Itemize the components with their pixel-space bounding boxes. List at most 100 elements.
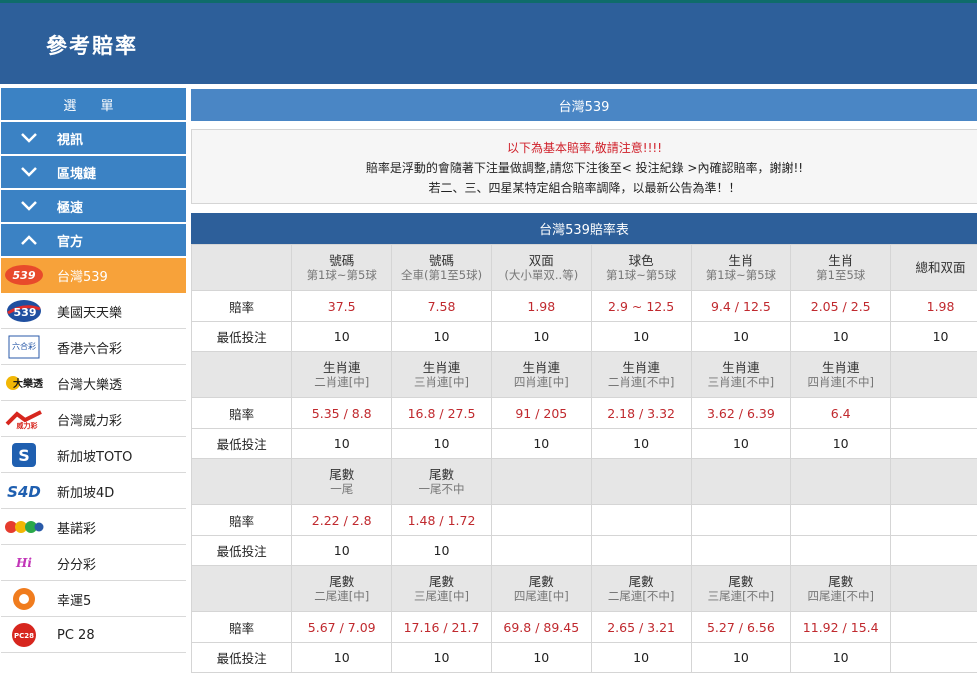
odds-column-header: [891, 352, 977, 398]
odds-rate-cell: 5.35 / 8.8: [292, 398, 392, 429]
taiwan-539-logo-icon: 539: [1, 258, 47, 293]
tw-lotto-logo-icon: 大樂透: [1, 366, 47, 401]
sidebar-item-taiwan-539[interactable]: 539 台灣539: [1, 258, 186, 293]
svg-text:Hi: Hi: [15, 556, 32, 570]
sidebar-item-us-daily[interactable]: 539 美國天天樂: [1, 294, 186, 329]
odds-column-header: 尾數三尾連[不中]: [691, 566, 791, 612]
sidebar-item-tw-power[interactable]: 威力彩 台灣威力彩: [1, 402, 186, 437]
sidebar-item-sg-toto[interactable]: S 新加坡TOTO: [1, 438, 186, 473]
sidebar-category-video[interactable]: 視訊: [1, 122, 186, 155]
sidebar-item-fenfen[interactable]: Hi 分分彩: [1, 546, 186, 581]
odds-rate-cell: [891, 398, 977, 429]
odds-rate-cell: 2.9 ~ 12.5: [591, 291, 691, 322]
min-bet-row-label: 最低投注: [192, 536, 292, 566]
rate-row-label: 賠率: [192, 398, 292, 429]
sidebar-item-sg-4d[interactable]: S4D 新加坡4D: [1, 474, 186, 509]
odds-rate-cell: 37.5: [292, 291, 392, 322]
sidebar-item-keno[interactable]: 基諾彩: [1, 510, 186, 545]
odds-rate-cell: 1.48 / 1.72: [392, 505, 492, 536]
odds-rate-row: 賠率5.67 / 7.0917.16 / 21.769.8 / 89.452.6…: [192, 612, 977, 643]
column-header-subtitle: 四肖連[中]: [492, 375, 591, 390]
odds-rate-row: 賠率5.35 / 8.816.8 / 27.591 / 2052.18 / 3.…: [192, 398, 977, 429]
odds-column-header: [891, 566, 977, 612]
odds-column-header: 生肖連四肖連[中]: [491, 352, 591, 398]
sidebar-item-tw-lotto[interactable]: 大樂透 台灣大樂透: [1, 366, 186, 401]
odds-column-header: [591, 459, 691, 505]
column-header-title: 生肖連: [492, 360, 591, 375]
odds-column-header: 生肖第1球~第5球: [691, 245, 791, 291]
sidebar-item-hk-mark-six[interactable]: 六合彩 香港六合彩: [1, 330, 186, 365]
chevron-down-icon: [1, 132, 57, 144]
column-header-subtitle: 三尾連[中]: [392, 589, 491, 604]
sidebar-item-label: 台灣威力彩: [47, 410, 122, 429]
notice-line: 賠率是浮動的會隨著下注量做調整,請您下注後至< 投注紀錄 >內確認賠率，謝謝!!: [192, 158, 977, 178]
min-bet-row-label: 最低投注: [192, 643, 292, 673]
odds-rate-cell: 91 / 205: [491, 398, 591, 429]
odds-min-bet-cell: [791, 536, 891, 566]
column-header-title: 號碼: [392, 253, 491, 268]
odds-min-bet-cell: [891, 536, 977, 566]
odds-min-bet-cell: 10: [392, 536, 492, 566]
column-header-title: 生肖連: [592, 360, 691, 375]
odds-min-bet-cell: 10: [392, 322, 492, 352]
odds-column-header: 號碼全車(第1至5球): [392, 245, 492, 291]
svg-text:PC28: PC28: [14, 632, 34, 640]
odds-min-bet-cell: [591, 536, 691, 566]
odds-column-header: 生肖第1至5球: [791, 245, 891, 291]
column-header-title: 尾數: [292, 467, 391, 482]
us-daily-logo-icon: 539: [1, 294, 47, 329]
sidebar: 選 單 視訊 區塊鏈 極速 官方 539 台灣539 539 美國天天樂 六合彩…: [0, 86, 187, 648]
sidebar-item-lucky5[interactable]: 幸運5: [1, 582, 186, 617]
sidebar-category-official[interactable]: 官方: [1, 224, 186, 257]
column-header-subtitle: 第1至5球: [791, 268, 890, 283]
odds-rate-cell: [691, 505, 791, 536]
notice-box: 以下為基本賠率,敬請注意!!!! 賠率是浮動的會隨著下注量做調整,請您下注後至<…: [191, 129, 977, 204]
column-header-subtitle: 三尾連[不中]: [692, 589, 791, 604]
odds-min-bet-cell: 10: [891, 322, 977, 352]
odds-rate-cell: 1.98: [891, 291, 977, 322]
svg-text:S: S: [18, 446, 30, 465]
column-header-title: 生肖連: [392, 360, 491, 375]
column-header-subtitle: 三肖連[不中]: [692, 375, 791, 390]
column-header-subtitle: 二肖連[中]: [292, 375, 391, 390]
odds-header-blank: [192, 245, 292, 291]
odds-min-bet-cell: 10: [791, 322, 891, 352]
odds-rate-cell: 5.27 / 6.56: [691, 612, 791, 643]
odds-column-header: 生肖連三肖連[不中]: [691, 352, 791, 398]
column-header-title: 球色: [592, 253, 691, 268]
odds-header-row: 號碼第1球~第5球號碼全車(第1至5球)双面(大小單双..等)球色第1球~第5球…: [192, 245, 977, 291]
odds-min-bet-cell: [691, 536, 791, 566]
column-header-title: 生肖連: [292, 360, 391, 375]
odds-min-bet-cell: 10: [591, 322, 691, 352]
odds-rate-row: 賠率37.57.581.982.9 ~ 12.59.4 / 12.52.05 /…: [192, 291, 977, 322]
column-header-subtitle: 一尾不中: [392, 482, 491, 497]
column-header-title: 生肖: [692, 253, 791, 268]
odds-column-header: 尾數一尾: [292, 459, 392, 505]
svg-text:539: 539: [14, 306, 37, 319]
odds-column-header: 尾數四尾連[不中]: [791, 566, 891, 612]
page-header: 參考賠率: [0, 3, 977, 84]
main-content: 台灣539 以下為基本賠率,敬請注意!!!! 賠率是浮動的會隨著下注量做調整,請…: [191, 89, 977, 648]
svg-text:六合彩: 六合彩: [12, 341, 36, 351]
svg-text:威力彩: 威力彩: [17, 421, 39, 430]
column-header-subtitle: 三肖連[中]: [392, 375, 491, 390]
odds-rate-cell: 9.4 / 12.5: [691, 291, 791, 322]
odds-min-bet-cell: 10: [691, 429, 791, 459]
odds-column-header: 双面(大小單双..等): [491, 245, 591, 291]
column-header-title: 生肖連: [692, 360, 791, 375]
hk-mark-six-logo-icon: 六合彩: [1, 330, 47, 365]
odds-rate-cell: 11.92 / 15.4: [791, 612, 891, 643]
sidebar-category-blockchain[interactable]: 區塊鏈: [1, 156, 186, 189]
odds-min-bet-cell: 10: [392, 643, 492, 673]
odds-header-row: 尾數一尾尾數一尾不中: [192, 459, 977, 505]
column-header-title: 生肖: [791, 253, 890, 268]
sg-toto-logo-icon: S: [1, 438, 47, 473]
sidebar-category-speed[interactable]: 極速: [1, 190, 186, 223]
sidebar-item-label: 美國天天樂: [47, 302, 122, 321]
odds-min-bet-cell: 10: [292, 643, 392, 673]
odds-header-blank: [192, 352, 292, 398]
sg-4d-logo-icon: S4D: [1, 474, 47, 509]
odds-min-bet-row: 最低投注101010101010: [192, 429, 977, 459]
column-header-title: 尾數: [292, 574, 391, 589]
column-header-subtitle: 四肖連[不中]: [791, 375, 890, 390]
